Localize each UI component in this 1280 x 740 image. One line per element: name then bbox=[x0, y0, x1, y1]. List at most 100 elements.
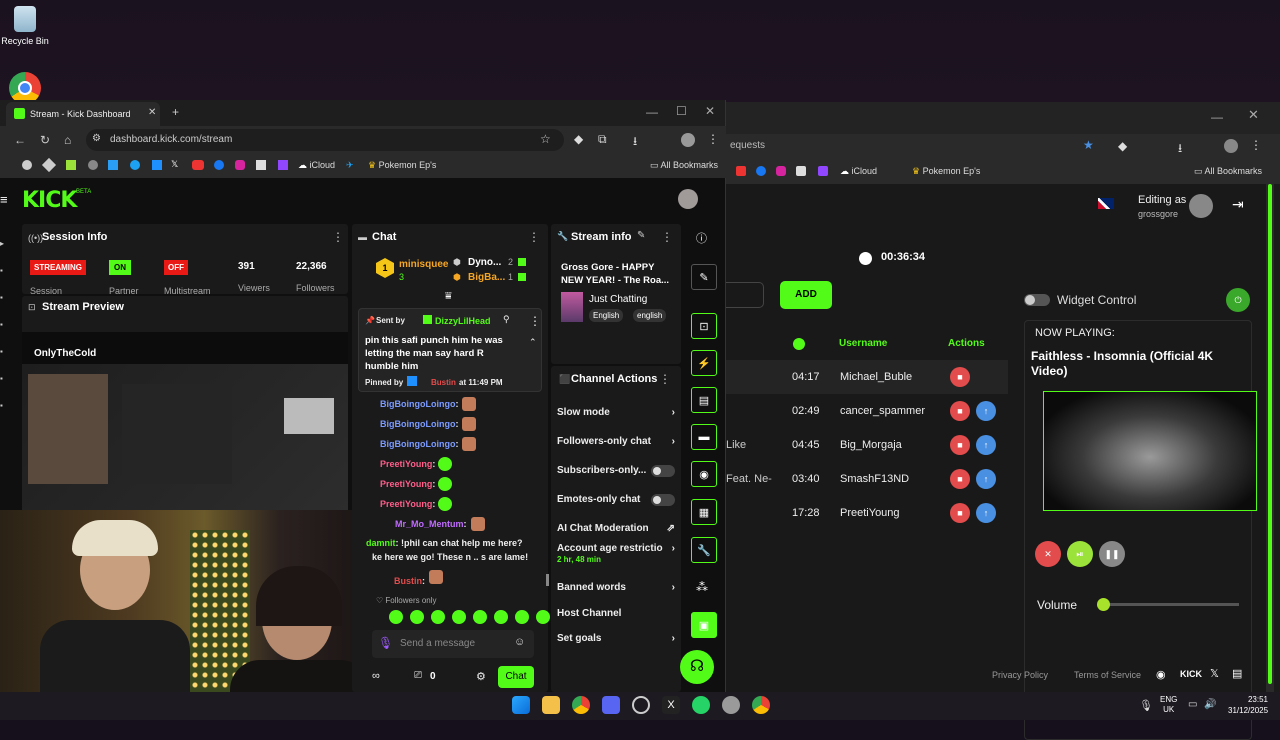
volume-slider[interactable] bbox=[1097, 598, 1239, 611]
emote-image[interactable] bbox=[410, 610, 424, 624]
chrome-profile-taskbar-icon[interactable] bbox=[752, 696, 770, 714]
cursor-panel-icon[interactable]: ⁂ bbox=[696, 580, 708, 594]
host-channel-item[interactable]: Host Channel bbox=[557, 602, 675, 624]
site-info-icon[interactable]: ⚙ bbox=[92, 133, 101, 144]
bookmark-icon[interactable] bbox=[22, 160, 32, 170]
pause-icon[interactable]: ❚❚ bbox=[1099, 541, 1125, 567]
tab-close-icon[interactable]: ✕ bbox=[148, 107, 156, 118]
emote-image[interactable] bbox=[431, 610, 445, 624]
stream-info-menu-icon[interactable]: ⋮ bbox=[661, 230, 673, 244]
right-scrollbar[interactable] bbox=[1266, 184, 1274, 692]
delete-icon[interactable]: ■ bbox=[950, 435, 970, 455]
green-app-icon[interactable]: ▣ bbox=[691, 612, 717, 638]
facebook-icon[interactable] bbox=[214, 160, 224, 170]
bookmark-icon[interactable] bbox=[152, 160, 162, 170]
minimize-icon[interactable]: — bbox=[646, 105, 658, 119]
chat-username[interactable]: PreetiYoung bbox=[380, 459, 432, 469]
pinned-by-user[interactable]: Bustin bbox=[431, 378, 456, 387]
channel-actions-menu-icon[interactable]: ⋮ bbox=[659, 372, 671, 386]
chat-username[interactable]: BigBoingoLoingo bbox=[380, 439, 455, 449]
pokemon-bookmark[interactable]: ♛ Pokemon Ep's bbox=[368, 160, 436, 171]
icloud-bookmark[interactable]: ☁ iCloud bbox=[840, 166, 877, 177]
profile-avatar[interactable] bbox=[1224, 139, 1238, 153]
emoji-icon[interactable]: ☺ bbox=[514, 636, 525, 648]
clock-tray[interactable]: 23:51 31/12/2025 bbox=[1228, 694, 1268, 716]
banned-words-item[interactable]: Banned words › bbox=[557, 573, 675, 602]
info-icon[interactable]: ⓘ bbox=[696, 230, 707, 246]
unpin-icon[interactable]: ⚲ bbox=[503, 314, 510, 325]
emote-image[interactable] bbox=[515, 610, 529, 624]
home-icon[interactable]: ⌂ bbox=[64, 133, 71, 147]
bookmark-star-icon[interactable]: ☆ bbox=[540, 132, 551, 146]
tos-link[interactable]: Terms of Service bbox=[1074, 670, 1141, 680]
icloud-bookmark[interactable]: ☁ iCloud bbox=[298, 160, 335, 171]
menu-dots-icon[interactable]: ⋮ bbox=[1250, 138, 1262, 152]
chat-username[interactable]: Bustin bbox=[394, 576, 422, 586]
s-app-icon[interactable] bbox=[818, 166, 828, 176]
all-bookmarks[interactable]: ▭ All Bookmarks bbox=[650, 160, 718, 171]
x-taskbar-icon[interactable]: X bbox=[662, 696, 680, 714]
x-icon[interactable]: 𝕏 bbox=[1210, 667, 1219, 680]
followers-only-item[interactable]: Followers-only chat › bbox=[557, 427, 675, 456]
send-chat-button[interactable]: Chat bbox=[498, 666, 534, 688]
delete-icon[interactable]: ■ bbox=[950, 503, 970, 523]
gift-box-icon[interactable]: ⎚ bbox=[414, 670, 422, 681]
category-name[interactable]: Just Chatting bbox=[589, 294, 647, 305]
edit-icon[interactable]: ✎ bbox=[691, 264, 717, 290]
emotes-only-item[interactable]: Emotes-only chat bbox=[557, 485, 675, 514]
chat-settings-icon[interactable]: ⚙ bbox=[476, 670, 486, 683]
youtube-icon[interactable] bbox=[736, 166, 746, 176]
chat-username[interactable]: damnit bbox=[366, 538, 396, 548]
delete-icon[interactable]: ■ bbox=[950, 401, 970, 421]
notes-icon[interactable]: ▤ bbox=[691, 387, 717, 413]
youtube-icon[interactable] bbox=[192, 160, 204, 170]
puzzle-icon[interactable]: ⧉ bbox=[598, 132, 607, 147]
active-tab[interactable]: Stream - Kick Dashboard ✕ bbox=[6, 102, 160, 126]
pinned-menu-icon[interactable]: ⋮ bbox=[529, 314, 541, 328]
download-icon[interactable]: ⭳ bbox=[633, 132, 637, 153]
panel-menu-icon[interactable]: ⋮ bbox=[332, 230, 344, 244]
chat-username[interactable]: BigBoingoLoingo bbox=[380, 399, 455, 409]
url-field[interactable]: ⚙ dashboard.kick.com/stream ☆ bbox=[86, 129, 564, 151]
volume-tray-icon[interactable]: 🔊 bbox=[1204, 699, 1216, 710]
move-up-icon[interactable]: ↑ bbox=[976, 503, 996, 523]
amazon-icon[interactable] bbox=[796, 166, 806, 176]
amazon-icon[interactable] bbox=[256, 160, 266, 170]
emote-image[interactable] bbox=[536, 610, 550, 624]
chrome-taskbar-icon[interactable] bbox=[572, 696, 590, 714]
instagram-icon[interactable] bbox=[235, 160, 245, 170]
obs-taskbar-icon[interactable] bbox=[632, 696, 650, 714]
lightning-icon[interactable]: ⚡ bbox=[691, 350, 717, 376]
emote-image[interactable] bbox=[473, 610, 487, 624]
close-icon[interactable]: ✕ bbox=[1248, 107, 1259, 123]
bookmark-icon[interactable] bbox=[41, 157, 57, 173]
request-input[interactable] bbox=[726, 282, 764, 308]
discord-taskbar-icon[interactable] bbox=[602, 696, 620, 714]
bookmark-icon[interactable] bbox=[66, 160, 76, 170]
collapse-icon[interactable]: ⌃ bbox=[529, 337, 537, 348]
chat-username[interactable]: PreetiYoung bbox=[380, 479, 432, 489]
delete-icon[interactable]: ■ bbox=[950, 469, 970, 489]
pinned-sender[interactable]: DizzyLilHead bbox=[435, 316, 491, 326]
set-goals-item[interactable]: Set goals › bbox=[557, 624, 675, 653]
microphone-icon[interactable]: 🎙 bbox=[378, 636, 393, 650]
filter-icon[interactable]: ⩸ bbox=[445, 290, 452, 303]
right-address-bar[interactable]: equests ★ ◆ ⭳ ⋮ bbox=[726, 134, 1280, 160]
delete-icon[interactable]: ■ bbox=[950, 367, 970, 387]
slow-mode-item[interactable]: Slow mode › bbox=[557, 398, 675, 427]
s-app-icon[interactable] bbox=[278, 160, 288, 170]
subscribers-only-toggle[interactable] bbox=[651, 464, 675, 477]
uk-flag-icon[interactable] bbox=[1098, 198, 1114, 209]
skip-remove-icon[interactable]: ✕ bbox=[1035, 541, 1061, 567]
chat-input[interactable]: 🎙 Send a message ☺ bbox=[372, 630, 534, 658]
emote-image[interactable] bbox=[389, 610, 403, 624]
extension-icon[interactable]: ◆ bbox=[574, 132, 583, 146]
preview-panel-icon[interactable]: ⊡ bbox=[691, 313, 717, 339]
minimize-icon[interactable]: — bbox=[1211, 110, 1223, 124]
all-bookmarks[interactable]: ▭ All Bookmarks bbox=[1194, 166, 1262, 177]
chat-scrollbar[interactable] bbox=[546, 574, 549, 586]
profile-avatar[interactable] bbox=[681, 133, 695, 147]
new-tab-icon[interactable]: + bbox=[172, 105, 179, 119]
power-button[interactable]: ⏻ bbox=[1226, 288, 1250, 312]
mod-panel-icon[interactable]: ▦ bbox=[691, 499, 717, 525]
